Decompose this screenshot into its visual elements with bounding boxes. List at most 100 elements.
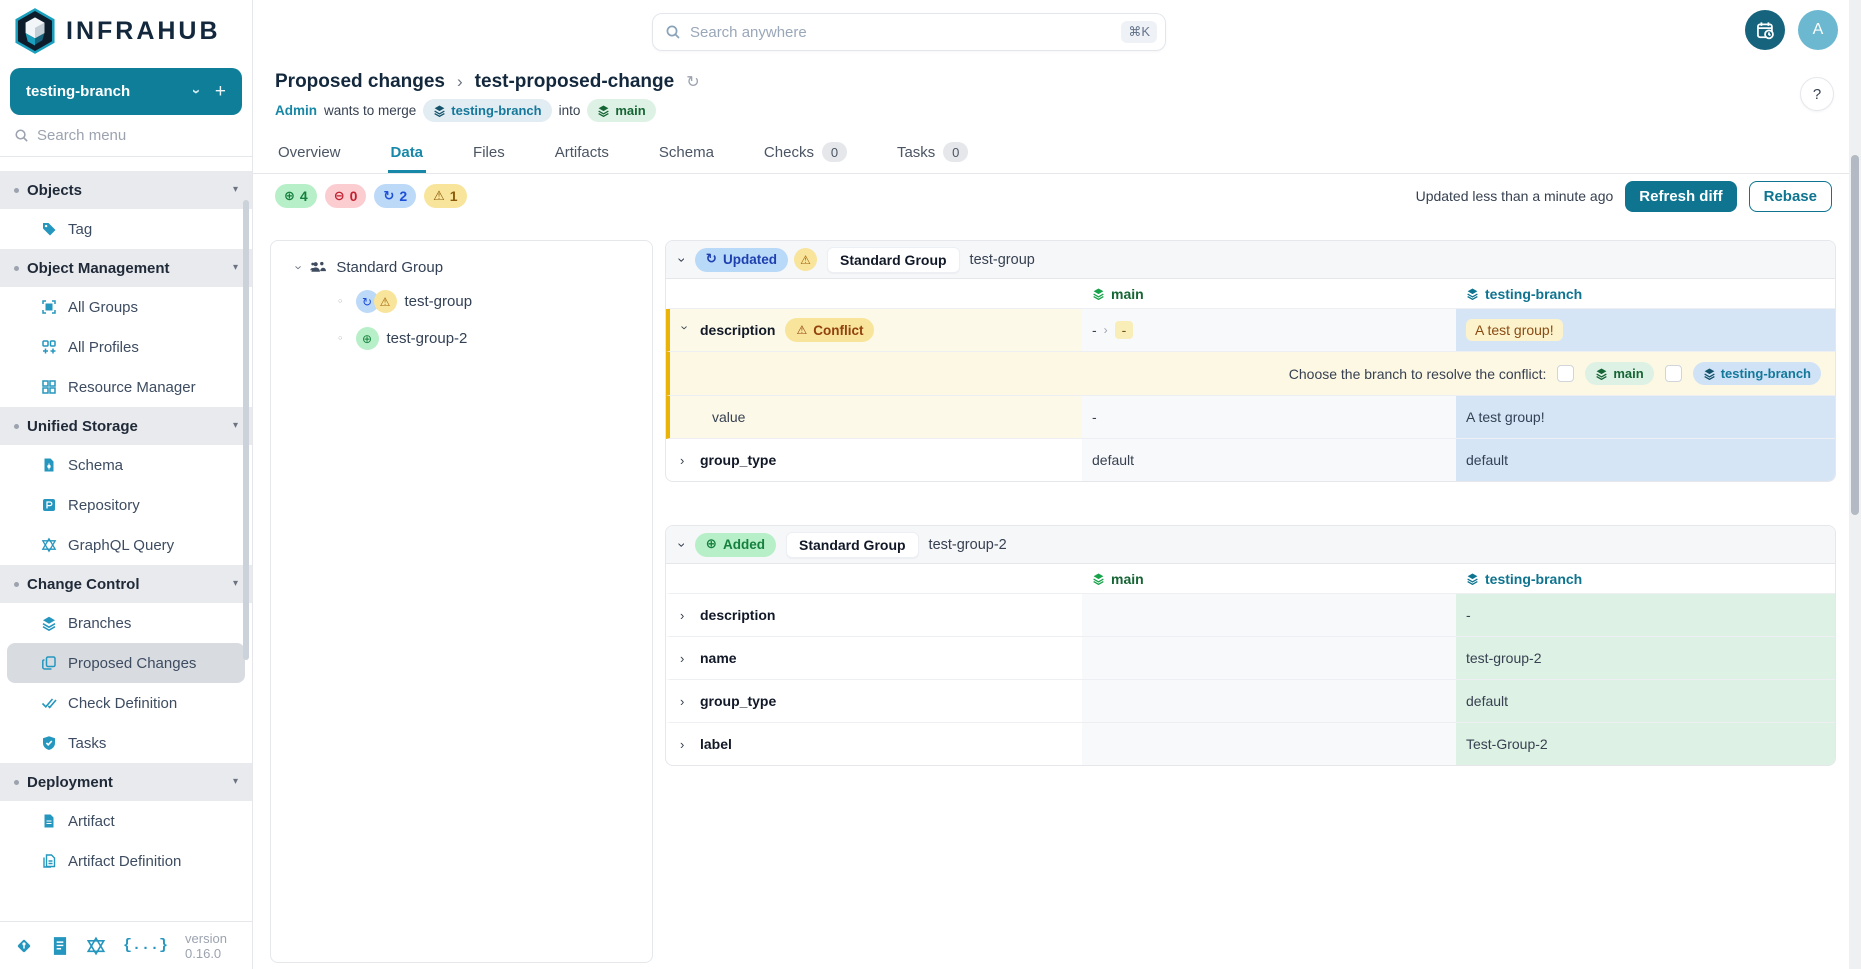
sidebar-scrollbar[interactable] <box>243 200 249 660</box>
sidebar-item-tag[interactable]: Tag <box>7 209 245 249</box>
group-dot-icon <box>14 188 19 193</box>
chevron-down-icon: › <box>674 542 690 547</box>
resolve-branch-checkbox[interactable] <box>1665 365 1682 382</box>
sidebar-item-artifact-definition[interactable]: Artifact Definition <box>7 841 245 881</box>
sidebar-item-schema[interactable]: Schema <box>7 445 245 485</box>
add-branch-button[interactable]: + <box>215 81 226 103</box>
sidebar-item-label: All Groups <box>68 299 138 316</box>
main-option-badge[interactable]: main <box>1585 362 1653 385</box>
chevron-right-icon[interactable]: › <box>680 453 690 468</box>
attribute-name: name <box>700 650 737 666</box>
sidebar-item-resource-manager[interactable]: Resource Manager <box>7 367 245 407</box>
sidebar-item-all-groups[interactable]: All Groups <box>7 287 245 327</box>
branches-icon <box>41 615 58 632</box>
tag-icon <box>41 221 58 238</box>
global-search-input[interactable] <box>690 24 1112 41</box>
sidebar-item-proposed-changes[interactable]: Proposed Changes <box>7 643 245 683</box>
help-button[interactable]: ? <box>1800 77 1834 111</box>
sidebar-item-repository[interactable]: Repository <box>7 485 245 525</box>
warning-icon: ⚠ <box>433 190 445 203</box>
nav-group-change-control[interactable]: Change Control ▾ <box>0 565 252 603</box>
graphql-icon[interactable] <box>86 936 106 956</box>
chevron-right-icon[interactable]: › <box>680 651 690 666</box>
chevron-right-icon[interactable]: › <box>680 608 690 623</box>
diff-panel-test-group-2: › ⊕ Added Standard Group test-group-2 ma… <box>665 525 1836 766</box>
label-row[interactable]: › label Test-Group-2 <box>666 723 1835 765</box>
group-dot-icon <box>14 266 19 271</box>
tree-node-test-group[interactable]: ◦ ↻ ⚠ test-group <box>285 290 638 313</box>
group-type-row[interactable]: › group_type default default <box>666 439 1835 481</box>
tab-data[interactable]: Data <box>388 134 427 173</box>
sidebar-item-check-definition[interactable]: Check Definition <box>7 683 245 723</box>
bullet-icon: ◦ <box>337 333 344 344</box>
tab-schema[interactable]: Schema <box>656 134 717 173</box>
app-root: INFRAHUB testing-branch › + Objects ▾ <box>0 0 1861 969</box>
global-search[interactable]: ⌘K <box>652 13 1166 51</box>
branch-option-badge[interactable]: testing-branch <box>1693 362 1821 385</box>
nav-group-deployment[interactable]: Deployment ▾ <box>0 763 252 801</box>
tree-node-test-group-2[interactable]: ◦ ⊕ test-group-2 <box>285 327 638 350</box>
tab-files[interactable]: Files <box>470 134 508 173</box>
attribute-name: group_type <box>700 693 776 709</box>
sidebar-item-branches[interactable]: Branches <box>7 603 245 643</box>
group-type-row[interactable]: › group_type default <box>666 680 1835 723</box>
description-row[interactable]: › description - <box>666 594 1835 637</box>
source-branch-badge[interactable]: testing-branch <box>423 99 551 122</box>
version-label: version 0.16.0 <box>185 931 238 961</box>
added-count-pill: ⊕4 <box>275 184 317 208</box>
object-name: test-group-2 <box>929 537 1007 553</box>
tree-item-label: test-group-2 <box>387 330 468 347</box>
sidebar-item-graphql-query[interactable]: GraphQL Query <box>7 525 245 565</box>
topbar: ⌘K A <box>253 0 1861 63</box>
chevron-right-icon[interactable]: › <box>680 694 690 709</box>
column-header-row: main testing-branch <box>666 564 1835 594</box>
chevron-down-icon: ▾ <box>233 263 238 273</box>
breadcrumb-root[interactable]: Proposed changes <box>275 71 445 93</box>
user-avatar[interactable]: A <box>1798 10 1838 50</box>
refresh-icon[interactable]: ↻ <box>686 74 699 90</box>
branch-selector[interactable]: testing-branch › + <box>10 68 242 115</box>
sidebar-search[interactable] <box>0 127 252 157</box>
tab-tasks[interactable]: Tasks0 <box>894 134 971 173</box>
scheduled-tasks-button[interactable] <box>1745 10 1785 50</box>
rebase-button[interactable]: Rebase <box>1749 181 1832 212</box>
nav-group-objects[interactable]: Objects ▾ <box>0 171 252 209</box>
docs-icon[interactable] <box>51 936 69 956</box>
search-icon <box>14 128 29 143</box>
panel-header[interactable]: › ↻ Updated ⚠ Standard Group test-group <box>666 241 1835 279</box>
scrollbar-thumb[interactable] <box>1851 155 1859 515</box>
sidebar-item-tasks[interactable]: Tasks <box>7 723 245 763</box>
braces-icon[interactable]: {...} <box>123 937 168 954</box>
sidebar-item-label: Schema <box>68 457 123 474</box>
author-link[interactable]: Admin <box>275 103 317 118</box>
description-row[interactable]: › description ⚠ Conflict - › - <box>666 309 1835 352</box>
nav-group-unified-storage[interactable]: Unified Storage ▾ <box>0 407 252 445</box>
sidebar-item-artifact[interactable]: Artifact <box>7 801 245 841</box>
target-branch-badge[interactable]: main <box>587 99 655 122</box>
infrahub-logo[interactable]: INFRAHUB <box>0 0 252 62</box>
tab-checks[interactable]: Checks0 <box>761 134 850 173</box>
nav-group-label: Objects <box>27 182 233 199</box>
main-value-cell: - › - <box>1082 309 1456 351</box>
tab-overview[interactable]: Overview <box>275 134 344 173</box>
conflict-resolution-row: Choose the branch to resolve the conflic… <box>666 352 1835 396</box>
tree-node-standard-group[interactable]: › Standard Group <box>285 259 638 276</box>
nav-group-object-management[interactable]: Object Management ▾ <box>0 249 252 287</box>
sidebar-item-all-profiles[interactable]: All Profiles <box>7 327 245 367</box>
sidebar: INFRAHUB testing-branch › + Objects ▾ <box>0 0 253 969</box>
name-row[interactable]: › name test-group-2 <box>666 637 1835 680</box>
page-scrollbar[interactable] <box>1849 0 1861 969</box>
panel-header[interactable]: › ⊕ Added Standard Group test-group-2 <box>666 526 1835 564</box>
sidebar-item-label: Artifact Definition <box>68 853 181 870</box>
refresh-diff-button[interactable]: Refresh diff <box>1625 181 1736 212</box>
refresh-icon: ↻ <box>706 253 717 267</box>
chevron-down-icon[interactable]: › <box>678 325 693 335</box>
chevron-right-icon[interactable]: › <box>680 737 690 752</box>
tab-artifacts[interactable]: Artifacts <box>552 134 612 173</box>
resolve-main-checkbox[interactable] <box>1557 365 1574 382</box>
object-tree-panel: › Standard Group ◦ ↻ ⚠ test-group ◦ <box>270 240 653 963</box>
diff-toolbar: ⊕4 ⊖0 ↻2 ⚠1 Updated less than a minute a… <box>253 174 1861 218</box>
git-icon[interactable] <box>14 936 34 956</box>
group-dot-icon <box>14 780 19 785</box>
sidebar-search-input[interactable] <box>37 127 207 144</box>
